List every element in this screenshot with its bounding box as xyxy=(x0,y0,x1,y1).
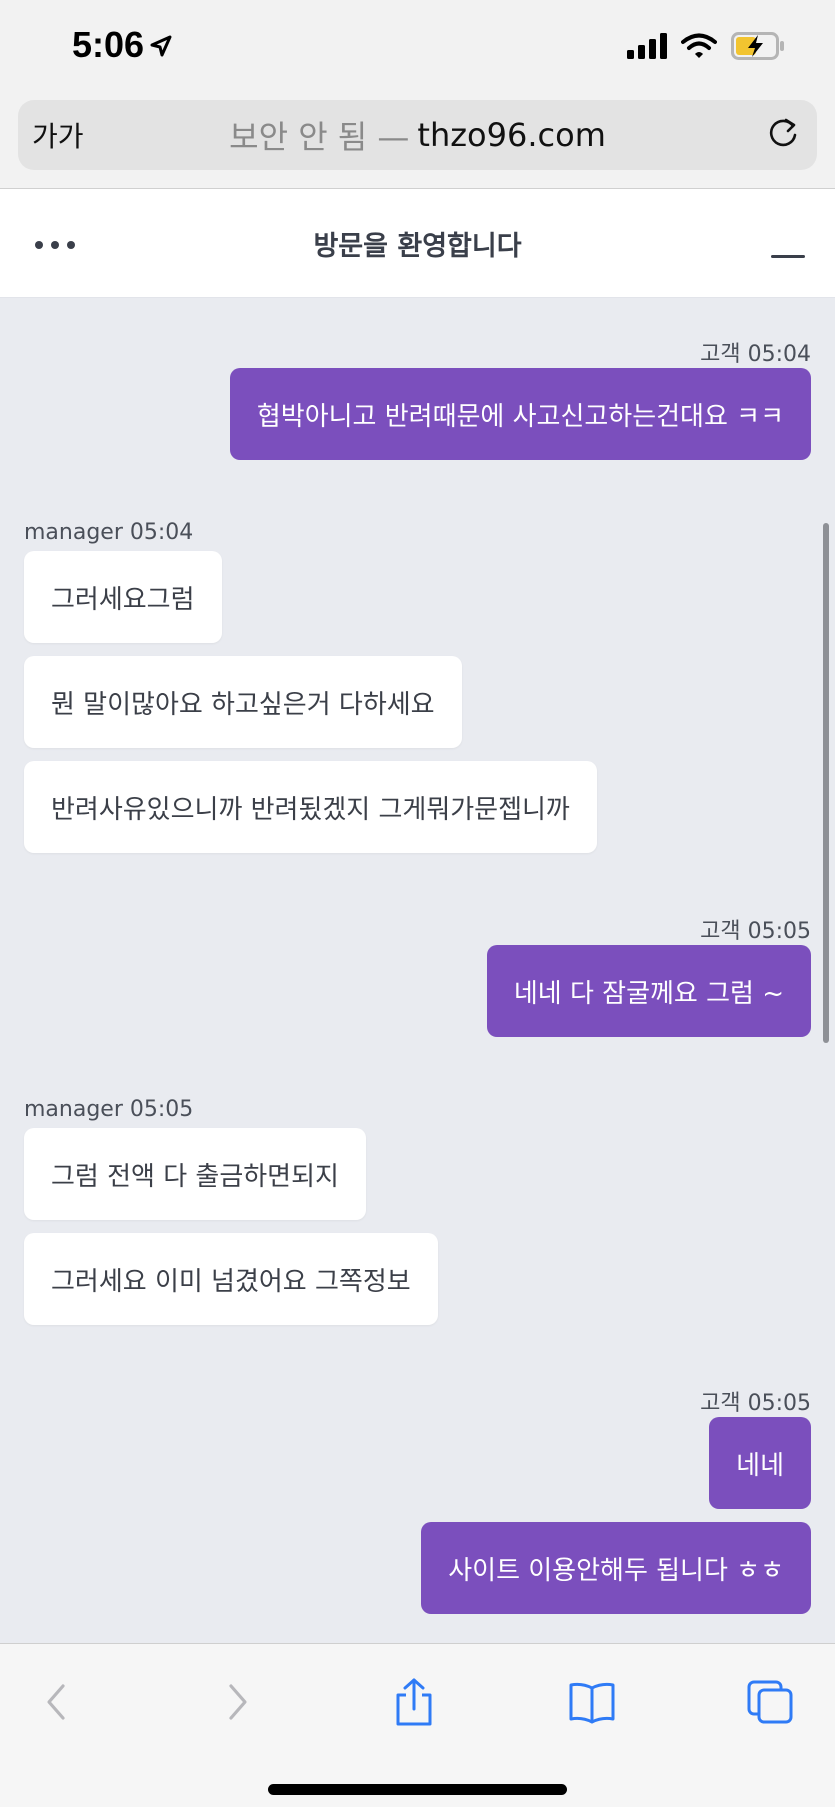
home-indicator[interactable] xyxy=(268,1784,567,1795)
message-meta: 고객 05:05 xyxy=(700,1391,811,1416)
incoming-message: 뭔 말이많아요 하고싶은거 다하세요 xyxy=(24,656,462,748)
not-secure-label: 보안 안 됨 — xyxy=(229,118,410,156)
wifi-icon xyxy=(681,33,717,63)
outgoing-message: 네네 xyxy=(709,1417,811,1509)
incoming-message: 그러세요 이미 넘겼어요 그쪽정보 xyxy=(24,1233,438,1325)
browser-toolbar xyxy=(0,1643,835,1807)
url-field[interactable]: 보안 안 됨 — thzo96.com xyxy=(18,100,817,170)
message-meta: manager 05:05 xyxy=(24,1097,194,1122)
message-meta: manager 05:04 xyxy=(24,520,194,545)
minimize-icon xyxy=(771,255,805,258)
message-meta: 고객 05:04 xyxy=(700,342,811,367)
clock-time: 5:06 xyxy=(72,24,145,65)
tabs-button[interactable] xyxy=(740,1674,800,1734)
bookmarks-icon xyxy=(567,1680,617,1728)
tabs-icon xyxy=(746,1679,794,1729)
chat-title: 방문을 환영합니다 xyxy=(313,231,522,262)
back-button[interactable] xyxy=(26,1674,86,1734)
status-bar: 5:06 xyxy=(0,0,835,92)
url-domain: thzo96.com xyxy=(417,116,606,154)
address-bar[interactable]: 가가 보안 안 됨 — thzo96.com xyxy=(18,100,817,170)
minimize-button[interactable] xyxy=(763,219,813,269)
back-icon xyxy=(41,1682,71,1726)
battery-charging-icon xyxy=(731,32,785,64)
location-arrow-icon xyxy=(150,24,172,66)
incoming-message: 반려사유있으니까 반려됬겠지 그게뭐가문젭니까 xyxy=(24,761,597,853)
signal-icon xyxy=(627,33,667,63)
status-icons xyxy=(627,32,785,64)
more-options-button[interactable] xyxy=(30,224,80,264)
incoming-message: 그럼 전액 다 출금하면되지 xyxy=(24,1128,366,1220)
outgoing-message: 사이트 이용안해두 됩니다 ㅎㅎ xyxy=(421,1522,811,1614)
chat-header: 방문을 환영합니다 xyxy=(0,189,835,298)
ellipsis-icon xyxy=(34,235,76,254)
bookmarks-button[interactable] xyxy=(562,1674,622,1734)
status-time: 5:06 xyxy=(72,24,172,66)
share-icon xyxy=(392,1677,436,1731)
outgoing-message: 네네 다 잠굴께요 그럼 ~ xyxy=(486,945,811,1037)
forward-button[interactable] xyxy=(208,1674,268,1734)
text-size-button[interactable]: 가가 xyxy=(32,100,84,170)
chat-messages[interactable]: 고객 05:04 협박아니고 반려때문에 사고신고하는건대요 ㅋㅋ manage… xyxy=(0,298,835,1643)
forward-icon xyxy=(223,1682,253,1726)
share-button[interactable] xyxy=(384,1674,444,1734)
reload-icon xyxy=(766,116,800,154)
outgoing-message: 협박아니고 반려때문에 사고신고하는건대요 ㅋㅋ xyxy=(229,368,811,460)
message-meta: 고객 05:05 xyxy=(700,919,811,944)
reload-button[interactable] xyxy=(763,115,803,155)
scrollbar[interactable] xyxy=(823,523,829,1043)
text-size-label: 가가 xyxy=(32,120,84,153)
incoming-message: 그러세요그럼 xyxy=(24,551,222,643)
